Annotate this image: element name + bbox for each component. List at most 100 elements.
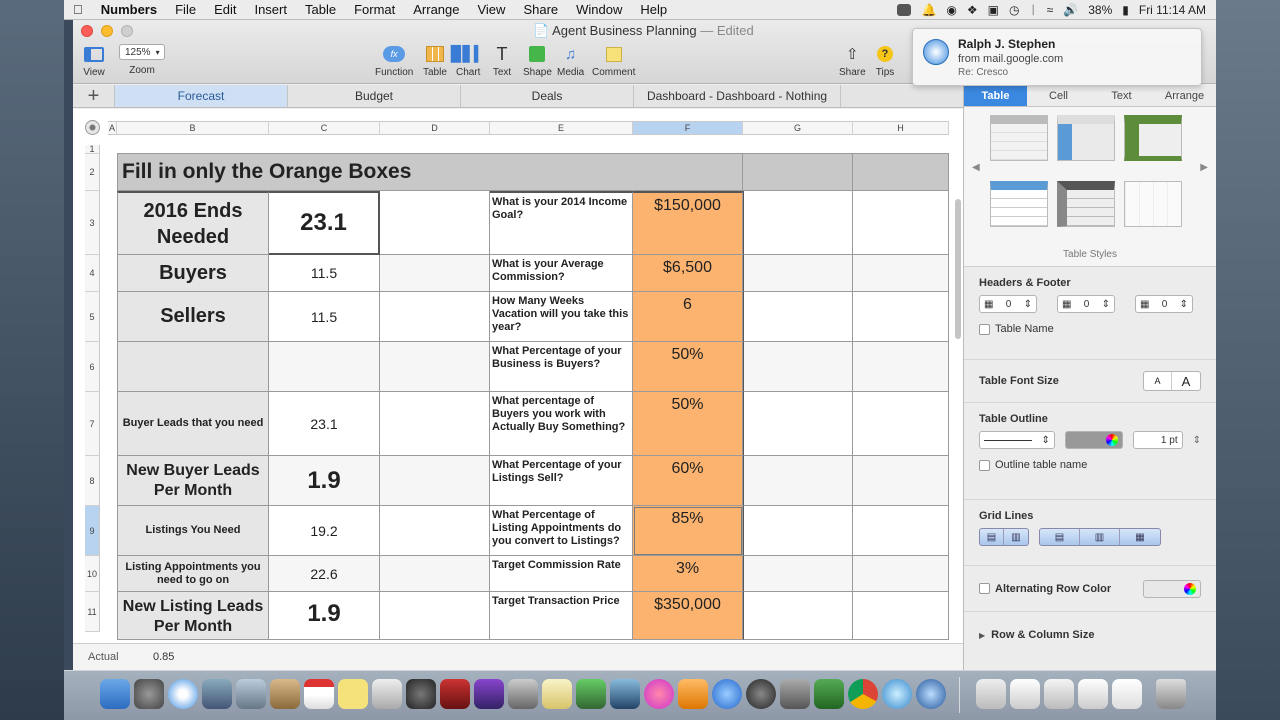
outline-width-field[interactable]: 1 pt [1132, 431, 1183, 449]
itunes-icon[interactable] [644, 679, 674, 709]
system-preferences-icon[interactable] [780, 679, 810, 709]
alternating-row-checkbox[interactable]: Alternating Row Color [979, 583, 1111, 595]
menu-table[interactable]: Table [296, 2, 345, 17]
alternating-color-well[interactable] [1143, 579, 1201, 598]
dropbox-icon[interactable]: ❖ [967, 3, 978, 17]
bell-icon[interactable]: 🔔 [921, 3, 936, 17]
cell-h11[interactable] [853, 592, 949, 640]
decrease-font-button[interactable]: A [1144, 372, 1172, 390]
menu-help[interactable]: Help [631, 2, 676, 17]
cell-b5[interactable]: Sellers [117, 292, 269, 342]
menu-file[interactable]: File [166, 2, 205, 17]
cell-d3[interactable] [380, 191, 490, 255]
row-5[interactable]: 5 [85, 292, 100, 342]
shape-button[interactable]: Shape [523, 44, 552, 78]
tab-cell[interactable]: Cell [1027, 85, 1090, 106]
cell-h8[interactable] [853, 456, 949, 506]
ibooks-icon[interactable] [678, 679, 708, 709]
menu-insert[interactable]: Insert [245, 2, 296, 17]
table-style-6[interactable] [1124, 181, 1182, 227]
cell-d5[interactable] [380, 292, 490, 342]
table-style-3[interactable] [1124, 115, 1182, 161]
grid-body-rows-icon[interactable]: ▤ [1040, 529, 1080, 545]
cell-g5[interactable] [743, 292, 853, 342]
wifi-icon[interactable]: ≈ [1047, 3, 1054, 17]
cell-d11[interactable] [380, 592, 490, 640]
tab-arrange[interactable]: Arrange [1153, 85, 1216, 106]
zoom-select[interactable]: 125% ▾ [119, 44, 165, 60]
menu-arrange[interactable]: Arrange [404, 2, 468, 17]
preview-icon[interactable] [372, 679, 402, 709]
address-book-icon[interactable] [270, 679, 300, 709]
cell-c5[interactable]: 11.5 [269, 292, 380, 342]
chrome-icon[interactable] [848, 679, 878, 709]
keynote-icon[interactable] [610, 679, 640, 709]
photo-booth-icon[interactable] [440, 679, 470, 709]
screenshot-stack-icon[interactable] [1078, 679, 1108, 709]
cell-e5[interactable]: How Many Weeks Vacation will you take th… [490, 292, 633, 342]
cell-g8[interactable] [743, 456, 853, 506]
header-columns-stepper[interactable]: ▦ 0 ⇕ [1057, 295, 1115, 313]
menu-view[interactable]: View [468, 2, 514, 17]
display-icon[interactable]: ▣ [988, 3, 999, 17]
contacts-icon[interactable] [202, 679, 232, 709]
col-d[interactable]: D [380, 122, 490, 134]
documents-stack-icon[interactable] [976, 679, 1006, 709]
battery-icon[interactable]: ▮ [1122, 3, 1129, 17]
cell-g9[interactable] [743, 506, 853, 556]
time-machine-icon[interactable] [746, 679, 776, 709]
tab-table[interactable]: Table [964, 85, 1027, 106]
cell-b4[interactable]: Buyers [117, 255, 269, 292]
cell-d7[interactable] [380, 392, 490, 456]
cell-h10[interactable] [853, 556, 949, 592]
comment-button[interactable]: Comment [592, 44, 635, 78]
cell-c7[interactable]: 23.1 [269, 392, 380, 456]
cell-b8[interactable]: New Buyer Leads Per Month [117, 456, 269, 506]
quicktime-icon[interactable] [916, 679, 946, 709]
cell-b9[interactable]: Listings You Need [117, 506, 269, 556]
cell-g7[interactable] [743, 392, 853, 456]
cell-e11[interactable]: Target Transaction Price [490, 592, 633, 640]
cell-h4[interactable] [853, 255, 949, 292]
menu-share[interactable]: Share [514, 2, 567, 17]
cell-e8[interactable]: What Percentage of your Listings Sell? [490, 456, 633, 506]
messages-icon[interactable] [882, 679, 912, 709]
row-1[interactable]: 1 [85, 144, 100, 154]
function-button[interactable]: fx Function [375, 44, 413, 78]
file-stack-icon[interactable] [1112, 679, 1142, 709]
cell-e6[interactable]: What Percentage of your Business is Buye… [490, 342, 633, 392]
row-7[interactable]: 7 [85, 392, 100, 456]
tab-budget[interactable]: Budget [288, 85, 461, 107]
outline-style-select[interactable]: ⇕ [979, 431, 1055, 449]
table-header-cell[interactable]: Fill in only the Orange Boxes [117, 153, 743, 191]
table-style-1[interactable] [990, 115, 1048, 161]
cell-c3[interactable]: 23.1 [269, 191, 380, 255]
cell-h3[interactable] [853, 191, 949, 255]
trash-icon[interactable] [1156, 679, 1186, 709]
col-g[interactable]: G [743, 122, 853, 134]
add-sheet-button[interactable]: + [73, 85, 115, 107]
fullscreen-button[interactable] [121, 25, 133, 37]
share-button[interactable]: ⇧ Share [839, 44, 866, 78]
cell-g11[interactable] [743, 592, 853, 640]
cell-c10[interactable]: 22.6 [269, 556, 380, 592]
col-f[interactable]: F [633, 122, 743, 134]
cell-b7[interactable]: Buyer Leads that you need [117, 392, 269, 456]
cell-d4[interactable] [380, 255, 490, 292]
cell-f7[interactable]: 50% [633, 392, 743, 456]
facetime-icon[interactable] [406, 679, 436, 709]
grid-body-cols-icon[interactable]: ▥ [1080, 529, 1120, 545]
text-button[interactable]: T Text [491, 44, 513, 79]
cell-h5[interactable] [853, 292, 949, 342]
zoom-control[interactable]: 125% ▾ Zoom [119, 44, 165, 76]
cell-h6[interactable] [853, 342, 949, 392]
cell-g10[interactable] [743, 556, 853, 592]
clock[interactable]: Fri 11:14 AM [1139, 3, 1206, 17]
cell-c9[interactable]: 19.2 [269, 506, 380, 556]
calendar-icon[interactable] [304, 679, 334, 709]
row-2[interactable]: 2 [85, 154, 100, 191]
cell-e7[interactable]: What percentage of Buyers you work with … [490, 392, 633, 456]
menu-edit[interactable]: Edit [205, 2, 245, 17]
cell-f4[interactable]: $6,500 [633, 255, 743, 292]
launchpad-icon[interactable] [134, 679, 164, 709]
